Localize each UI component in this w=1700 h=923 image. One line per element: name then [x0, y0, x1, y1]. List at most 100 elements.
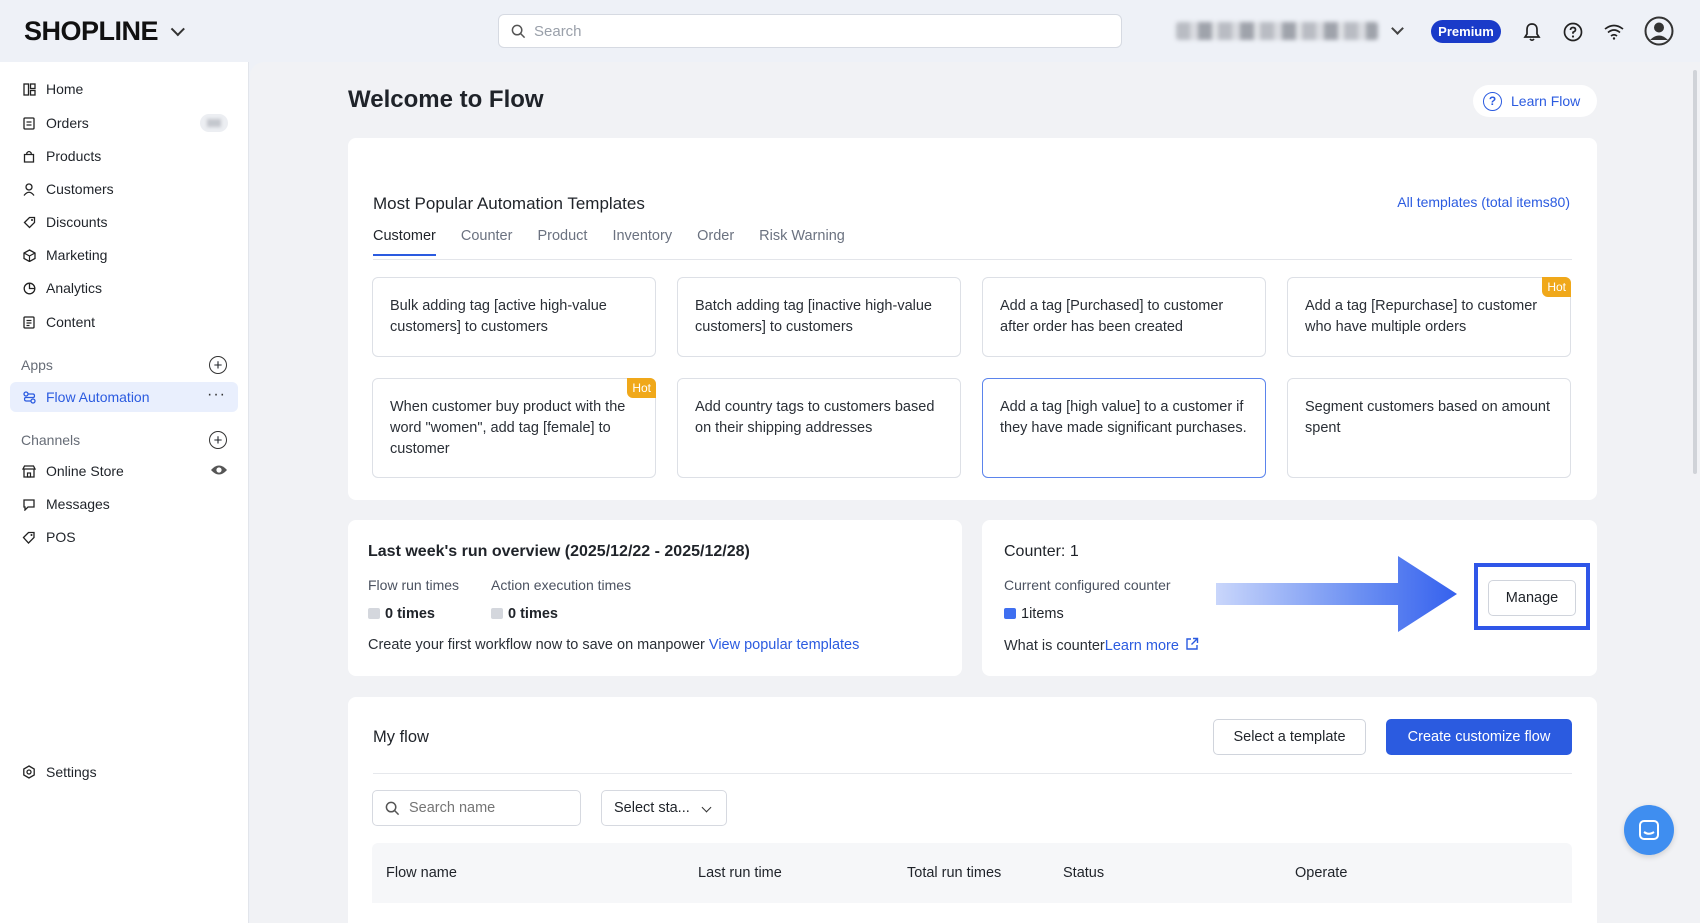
wifi-icon[interactable] — [1602, 20, 1626, 44]
what-is-counter: What is counter Learn more — [1004, 637, 1199, 655]
sidebar-item-discounts[interactable]: Discounts — [10, 207, 238, 237]
annotation-arrow — [1214, 556, 1459, 635]
top-bar: SHOPLINE Premium — [0, 0, 1700, 62]
my-flow-divider — [373, 773, 1572, 774]
sidebar-item-label: Marketing — [46, 247, 108, 263]
sidebar-item-label: Settings — [46, 764, 97, 780]
help-icon[interactable] — [1561, 20, 1585, 44]
template-tabs: Customer Counter Product Inventory Order… — [373, 228, 870, 256]
apps-section-label: Apps — [21, 357, 53, 373]
learn-flow-label: Learn Flow — [1511, 93, 1581, 109]
template-card[interactable]: Batch adding tag [inactive high-value cu… — [677, 277, 961, 357]
tab-inventory[interactable]: Inventory — [612, 228, 672, 256]
column-last-run-time: Last run time — [698, 865, 782, 881]
cta-text: Create your first workflow now to save o… — [368, 637, 705, 653]
sidebar-item-marketing[interactable]: Marketing — [10, 240, 238, 270]
column-operate: Operate — [1295, 865, 1348, 881]
chat-icon — [1639, 820, 1659, 840]
tab-product[interactable]: Product — [537, 228, 587, 256]
sidebar-item-customers[interactable]: Customers — [10, 174, 238, 204]
logo-text: SHOPLINE — [24, 16, 159, 46]
tabs-divider — [373, 259, 1572, 260]
status-select-value: Select sta... — [614, 800, 690, 816]
configured-counter-label: Current configured counter — [1004, 577, 1171, 593]
orders-icon — [22, 116, 36, 130]
template-card[interactable]: Segment customers based on amount spent — [1287, 378, 1571, 478]
legend-square-blue — [1004, 608, 1016, 619]
action-value-text: 0 times — [508, 606, 558, 622]
chat-support-button[interactable] — [1624, 805, 1674, 855]
store-switch-chevron-icon[interactable] — [1391, 22, 1404, 35]
marketing-icon — [22, 248, 36, 262]
tab-customer[interactable]: Customer — [373, 228, 436, 256]
flow-run-value: 0 times — [368, 606, 435, 622]
add-app-plus-icon[interactable]: + — [209, 356, 227, 374]
template-card-text: When customer buy product with the word … — [390, 399, 626, 457]
sidebar-item-label: Analytics — [46, 280, 103, 296]
shopline-logo[interactable]: SHOPLINE — [24, 16, 185, 47]
sidebar-item-label: Online Store — [46, 463, 124, 479]
flow-icon — [22, 390, 36, 404]
content-icon — [22, 315, 36, 329]
legend-square — [491, 608, 503, 619]
template-card-text: Add a tag [Purchased] to customer after … — [1000, 298, 1224, 335]
sidebar-item-analytics[interactable]: Analytics — [10, 273, 238, 303]
orders-count-badge — [200, 114, 228, 132]
sidebar-item-label: Content — [46, 314, 96, 330]
hot-badge: Hot — [627, 378, 656, 398]
more-options-icon[interactable]: ··· — [207, 386, 226, 404]
counter-items-value: 1items — [1004, 606, 1064, 622]
sidebar-item-settings[interactable]: Settings — [10, 757, 238, 787]
learn-more-link[interactable]: Learn more — [1105, 638, 1179, 654]
home-icon — [22, 82, 36, 96]
flow-run-label: Flow run times — [368, 577, 460, 593]
sidebar-item-label: Flow Automation — [46, 389, 150, 405]
status-select[interactable]: Select sta... — [601, 790, 727, 826]
manage-button[interactable]: Manage — [1488, 580, 1576, 616]
sidebar-item-home[interactable]: Home — [10, 74, 238, 104]
tab-order[interactable]: Order — [697, 228, 734, 256]
sidebar-item-label: Customers — [46, 181, 114, 197]
template-card[interactable]: Add country tags to customers based on t… — [677, 378, 961, 478]
select-template-button[interactable]: Select a template — [1213, 719, 1366, 755]
sidebar-item-messages[interactable]: Messages — [10, 489, 238, 519]
bell-icon[interactable] — [1520, 20, 1544, 44]
external-link-icon[interactable] — [1185, 637, 1199, 655]
vertical-scrollbar[interactable] — [1693, 70, 1697, 474]
template-card[interactable]: Bulk adding tag [active high-value custo… — [372, 277, 656, 357]
sidebar-item-products[interactable]: Products — [10, 141, 238, 171]
template-card-text: Bulk adding tag [active high-value custo… — [390, 298, 607, 335]
tab-risk-warning[interactable]: Risk Warning — [759, 228, 845, 256]
sidebar-item-label: Messages — [46, 496, 110, 512]
flow-search-input[interactable] — [409, 800, 569, 816]
all-templates-link[interactable]: All templates (total items80) — [1397, 194, 1570, 210]
sidebar-item-label: Discounts — [46, 214, 108, 230]
user-avatar-icon[interactable] — [1644, 16, 1674, 46]
action-execution-value: 0 times — [491, 606, 558, 622]
view-popular-templates-link[interactable]: View popular templates — [709, 637, 859, 653]
analytics-icon — [22, 281, 36, 295]
chevron-down-icon[interactable] — [170, 21, 185, 36]
sidebar-item-flow-automation[interactable]: Flow Automation ··· — [10, 382, 238, 412]
run-overview-title: Last week's run overview (2025/12/22 - 2… — [368, 543, 750, 560]
template-card-text: Add country tags to customers based on t… — [695, 399, 935, 436]
tab-counter[interactable]: Counter — [461, 228, 513, 256]
template-card[interactable]: Hot When customer buy product with the wo… — [372, 378, 656, 478]
sidebar-item-online-store[interactable]: Online Store — [10, 456, 238, 486]
store-name-redacted[interactable] — [1176, 22, 1378, 40]
template-card-selected[interactable]: Add a tag [high value] to a customer if … — [982, 378, 1266, 478]
global-search[interactable] — [498, 14, 1122, 48]
eye-icon[interactable] — [210, 463, 228, 480]
action-execution-label: Action execution times — [491, 577, 632, 593]
global-search-input[interactable] — [534, 22, 1094, 40]
flow-search-box[interactable] — [372, 790, 581, 826]
sidebar-item-pos[interactable]: POS — [10, 522, 238, 552]
template-card[interactable]: Hot Add a tag [Repurchase] to customer wh… — [1287, 277, 1571, 357]
learn-flow-button[interactable]: ? Learn Flow — [1473, 85, 1597, 117]
add-channel-plus-icon[interactable]: + — [209, 431, 227, 449]
sidebar-item-content[interactable]: Content — [10, 307, 238, 337]
sidebar-item-label: Orders — [46, 115, 89, 131]
template-card[interactable]: Add a tag [Purchased] to customer after … — [982, 277, 1266, 357]
template-card-text: Batch adding tag [inactive high-value cu… — [695, 298, 932, 335]
create-customize-flow-button[interactable]: Create customize flow — [1386, 719, 1572, 755]
